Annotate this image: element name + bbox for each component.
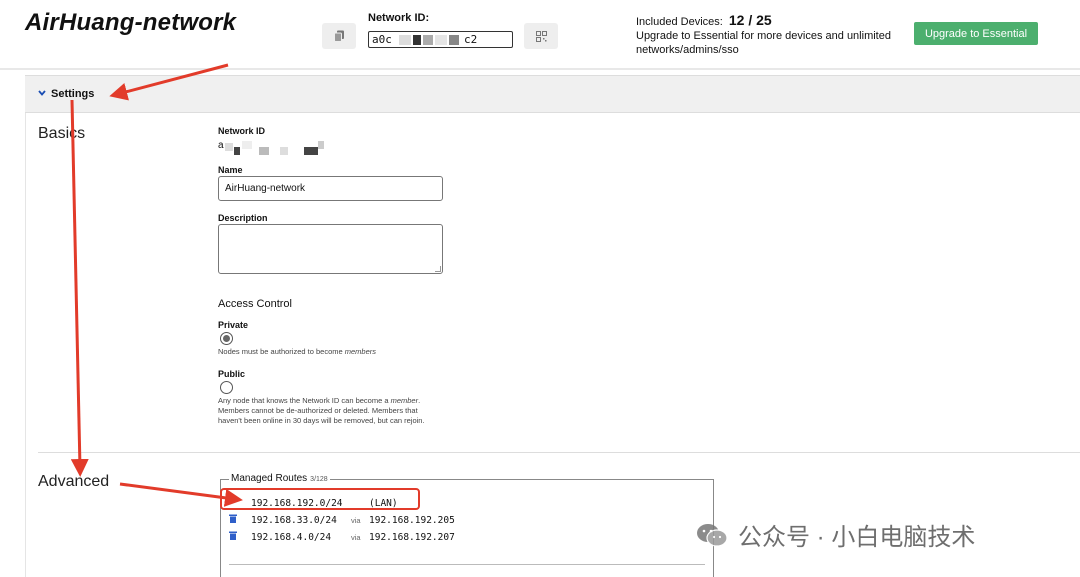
description-textarea[interactable]	[218, 224, 443, 274]
basics-heading: Basics	[38, 125, 86, 142]
settings-label: Settings	[51, 88, 95, 100]
resize-grip-icon[interactable]	[435, 266, 441, 272]
access-control-title: Access Control	[218, 298, 292, 310]
upgrade-message: Upgrade to Essential for more devices an…	[636, 30, 891, 56]
route-target: 192.168.33.0/24	[251, 514, 337, 526]
public-help-suffix: .	[418, 396, 421, 405]
private-help-em: members	[344, 347, 377, 356]
route-row: 192.168.33.0/24 via 192.168.192.205	[229, 513, 455, 527]
qr-code-button[interactable]	[524, 23, 558, 49]
public-help-line2: Members cannot be de-authorized or delet…	[218, 406, 418, 415]
redaction-block	[280, 147, 288, 155]
network-id-field-label: Network ID	[218, 126, 266, 136]
wechat-logo-icon	[697, 523, 728, 547]
description-label: Description	[218, 213, 268, 223]
managed-routes-count: 3/128	[310, 476, 328, 483]
network-id-field[interactable]: a0c c2	[368, 31, 513, 48]
private-radio[interactable]	[220, 332, 233, 345]
included-devices-label: Included Devices:	[636, 16, 723, 28]
public-help-text: Any node that knows the Network ID can b…	[218, 396, 468, 426]
private-label: Private	[218, 320, 249, 330]
copy-network-id-button[interactable]	[322, 23, 356, 49]
route-via: via	[351, 515, 361, 525]
settings-content: Basics Network ID a Name AirHuang-networ…	[25, 113, 1080, 577]
redaction-block	[234, 147, 240, 155]
network-id-start: a0c	[372, 33, 392, 46]
trash-icon[interactable]	[229, 514, 239, 526]
redaction-block	[435, 35, 447, 45]
network-id-end: c2	[464, 33, 478, 46]
public-help-prefix: Any node that knows the Network ID can b…	[218, 396, 391, 405]
redaction-block	[423, 35, 433, 45]
trash-icon[interactable]	[229, 531, 239, 543]
public-help-em: member	[390, 396, 419, 405]
public-radio[interactable]	[220, 381, 233, 394]
settings-section-header: Settings	[25, 75, 1080, 113]
chevron-down-icon	[38, 88, 46, 98]
redaction-block	[225, 143, 233, 151]
route-via: via	[351, 532, 361, 542]
network-id-value: a	[218, 140, 224, 151]
route-row: 192.168.4.0/24 via 192.168.192.207	[229, 530, 455, 544]
route-gateway: 192.168.192.205	[369, 514, 455, 526]
redaction-block	[413, 35, 421, 45]
redaction-block	[259, 147, 269, 155]
network-id-value-start: a	[218, 140, 224, 151]
redaction-block	[318, 141, 324, 149]
route-target: 192.168.4.0/24	[251, 531, 332, 543]
route-gateway: 192.168.192.207	[369, 531, 455, 543]
network-header: AirHuang-network Network ID: a0c c2 Incl…	[0, 0, 1080, 70]
section-divider	[38, 452, 1080, 453]
route-highlight-box	[220, 488, 420, 510]
redaction-block	[304, 147, 318, 155]
name-label: Name	[218, 165, 243, 175]
routes-separator	[229, 564, 705, 565]
watermark: 公众号 · 小白电脑技术	[696, 517, 975, 552]
included-devices-info: Included Devices: 12 / 25 Upgrade to Ess…	[636, 13, 911, 57]
managed-routes-title: Managed Routes	[231, 473, 308, 484]
public-help-line3: haven't been online in 30 days will be r…	[218, 416, 425, 425]
managed-routes-legend: Managed Routes 3/128	[229, 473, 330, 484]
private-help-prefix: Nodes must be authorized to become	[218, 347, 345, 356]
network-title: AirHuang-network	[25, 9, 237, 36]
watermark-text: 公众号 · 小白电脑技术	[738, 524, 976, 551]
redaction-block	[399, 35, 411, 45]
private-help-text: Nodes must be authorized to become membe…	[218, 347, 468, 357]
name-input[interactable]: AirHuang-network	[218, 176, 443, 201]
redaction-block	[449, 35, 459, 45]
redaction-block	[242, 141, 252, 149]
network-id-label: Network ID:	[368, 12, 430, 24]
advanced-heading: Advanced	[38, 473, 110, 490]
settings-toggle[interactable]: Settings	[38, 88, 94, 100]
upgrade-button[interactable]: Upgrade to Essential	[914, 22, 1038, 45]
qr-code-icon	[535, 30, 547, 42]
included-devices-count: 12 / 25	[728, 12, 772, 28]
public-label: Public	[218, 369, 246, 379]
copy-icon	[333, 30, 344, 42]
